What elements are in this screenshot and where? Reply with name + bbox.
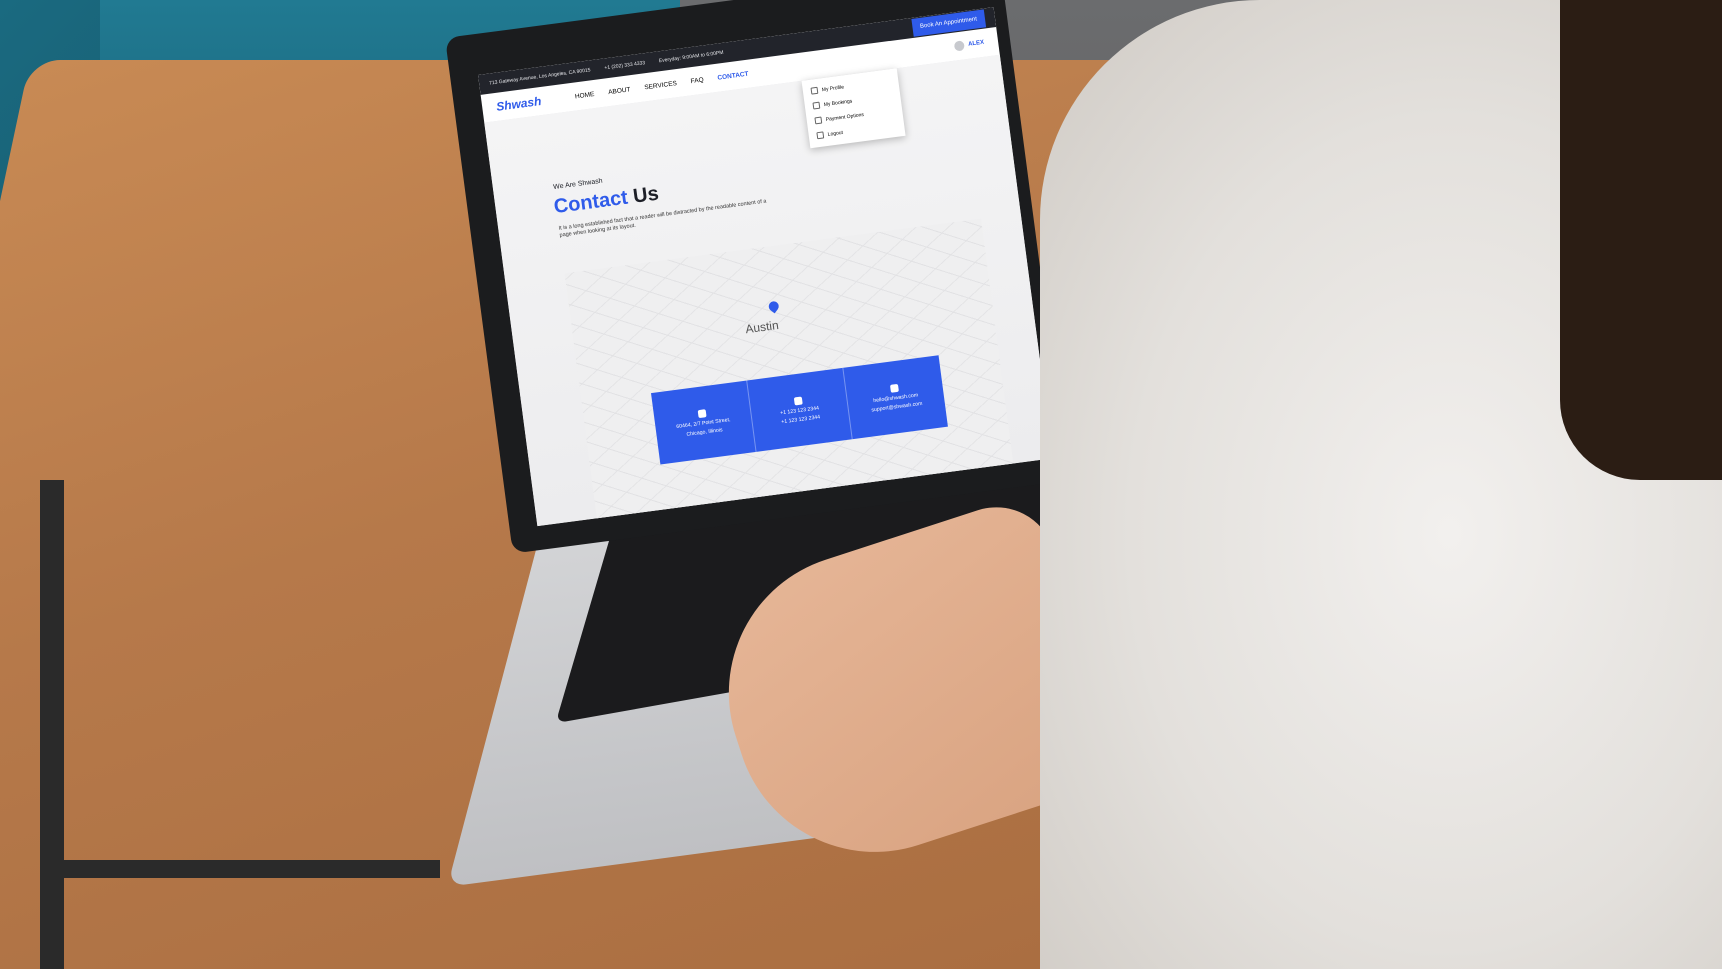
card-icon xyxy=(814,116,823,125)
hero-eyebrow: We Are Shwash xyxy=(552,177,604,192)
user-menu-toggle[interactable]: ALEX xyxy=(953,38,985,52)
title-rest: Us xyxy=(626,182,661,209)
photo-scene: 713 Gateway Avenue, Los Angeles, CA 9001… xyxy=(0,0,1722,969)
location-icon xyxy=(697,409,707,419)
user-icon xyxy=(810,86,819,95)
phone-icon xyxy=(793,396,803,406)
nav-item-faq[interactable]: FAQ xyxy=(690,76,704,85)
table-leg xyxy=(40,480,64,969)
address-line-2: Chicago, Illinois xyxy=(686,427,724,438)
table-rail xyxy=(40,860,440,878)
user-name: ALEX xyxy=(967,39,985,48)
title-highlight: Contact xyxy=(552,186,630,219)
avatar xyxy=(953,40,965,52)
menu-item-label: Payment Options xyxy=(825,111,865,123)
person-hair xyxy=(1560,0,1722,480)
mail-icon xyxy=(889,383,899,393)
nav-item-about[interactable]: ABOUT xyxy=(608,86,631,96)
user-dropdown-menu: My Profile My Bookings Payment Options L… xyxy=(801,68,906,149)
calendar-icon xyxy=(812,101,821,110)
phone-text: +1 (202) 333 4333 xyxy=(604,60,646,72)
phone-2[interactable]: +1 123 123 2344 xyxy=(781,414,821,425)
nav-item-contact[interactable]: CONTACT xyxy=(717,70,749,81)
menu-item-label: My Bookings xyxy=(823,97,853,108)
contact-email: hello@shwash.com support@shwash.com xyxy=(843,355,948,439)
laptop-screen: 713 Gateway Avenue, Los Angeles, CA 9001… xyxy=(478,7,1053,527)
address-line-1: 60464, 2/7 Point Street, xyxy=(676,417,731,431)
hours-text: Everyday: 9:00AM to 6:00PM xyxy=(658,49,724,65)
contact-address: 60464, 2/7 Point Street, Chicago, Illino… xyxy=(651,380,757,465)
contact-phone: +1 123 123 2344 +1 123 123 2344 xyxy=(747,367,853,452)
menu-item-label: My Profile xyxy=(821,83,845,93)
logout-icon xyxy=(816,131,825,140)
nav-item-home[interactable]: HOME xyxy=(575,91,595,100)
contact-hero: Austin We Are Shwash Contact Us It is a … xyxy=(484,54,1053,527)
menu-item-label: Logout xyxy=(827,129,844,138)
site-logo[interactable]: Shwash xyxy=(495,94,542,114)
nav-item-services[interactable]: SERVICES xyxy=(644,80,677,91)
